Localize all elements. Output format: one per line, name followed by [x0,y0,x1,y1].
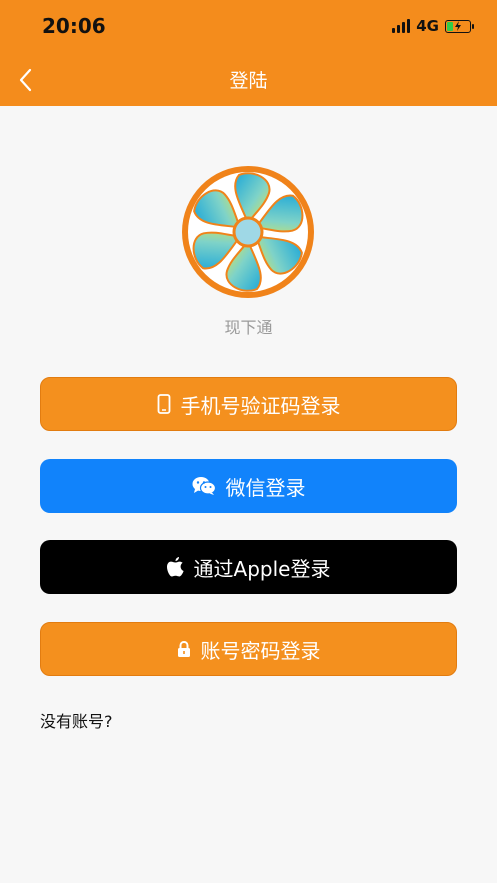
apple-login-label: 通过Apple登录 [193,556,331,581]
lock-icon [177,640,191,658]
signal-icon [392,19,411,33]
password-login-button[interactable]: 账号密码登录 [40,622,457,676]
status-bar-right: 4G [392,16,474,36]
wechat-login-label: 微信登录 [225,475,306,500]
header-bar: 20:06 4G 登陆 [0,0,497,106]
no-account-link[interactable]: 没有账号? [40,708,113,732]
status-time: 20:06 [42,14,106,38]
battery-icon [445,19,474,33]
app-logo [181,165,315,299]
wechat-icon [192,476,216,496]
password-login-label: 账号密码登录 [200,638,321,663]
mobile-phone-icon [157,394,171,414]
apple-icon [166,557,184,577]
phone-login-label: 手机号验证码登录 [180,393,341,418]
apple-login-button[interactable]: 通过Apple登录 [40,540,457,594]
page-title: 登陆 [229,70,268,92]
app-name: 现下通 [224,318,273,337]
network-type: 4G [416,17,439,35]
phone-login-button[interactable]: 手机号验证码登录 [40,377,457,431]
wechat-login-button[interactable]: 微信登录 [40,459,457,513]
